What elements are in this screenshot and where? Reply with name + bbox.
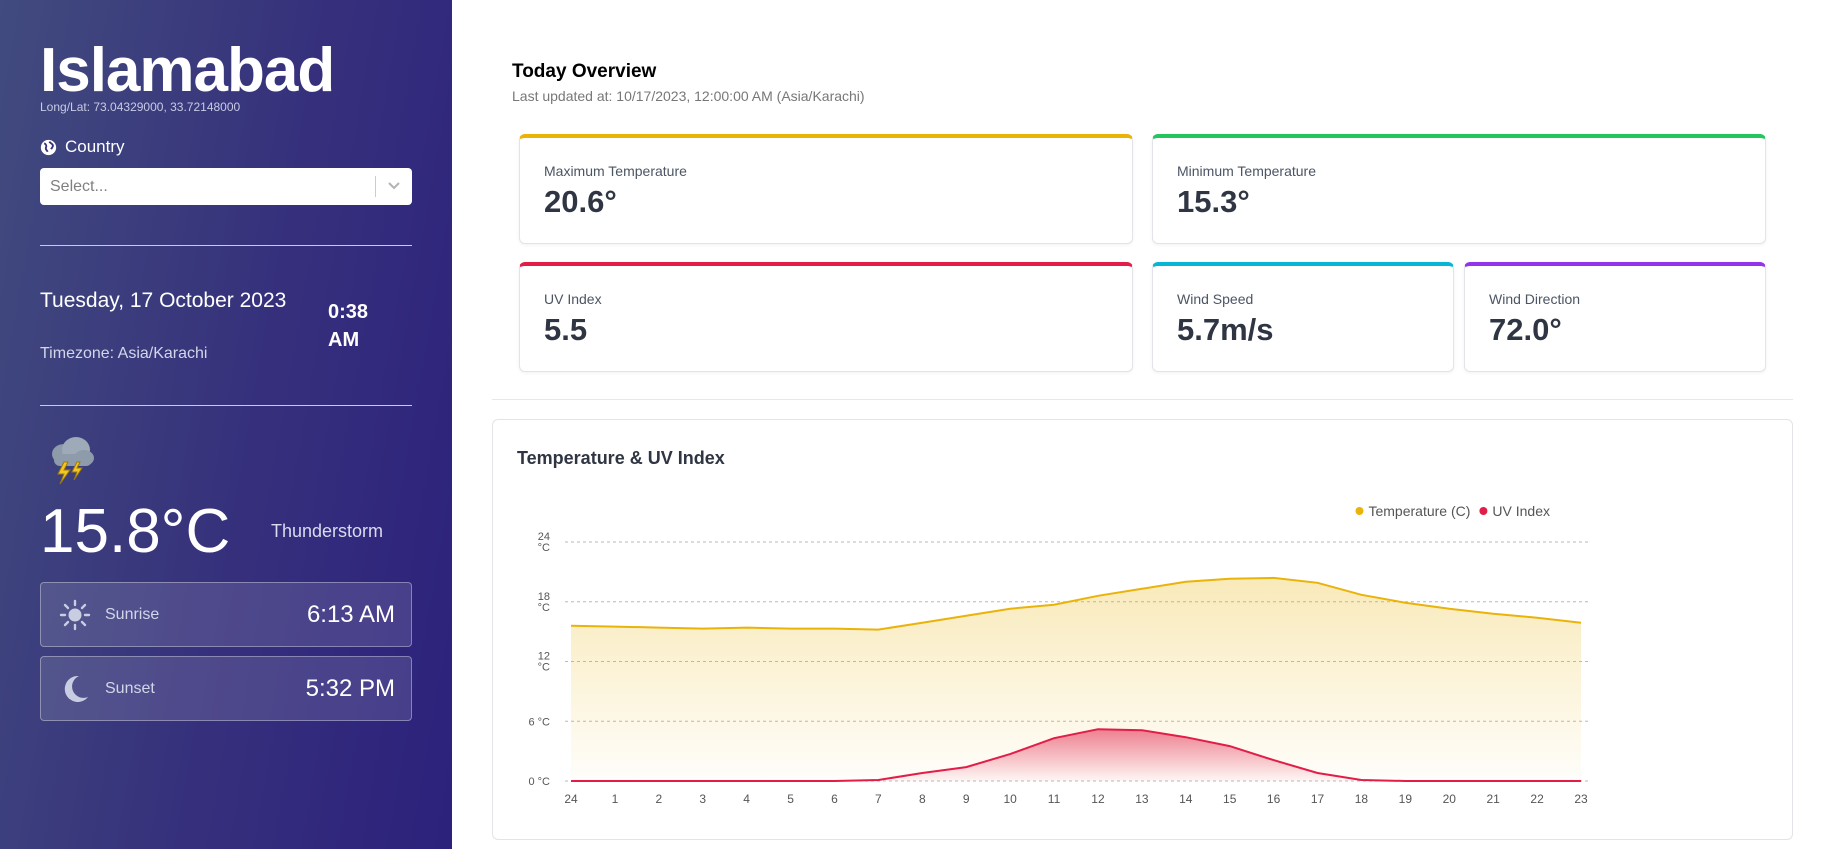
- x-tick-label: 7: [875, 792, 882, 806]
- x-tick-label: 2: [655, 792, 662, 806]
- y-tick-label: 0 °C: [528, 776, 550, 788]
- overview-title: Today Overview: [512, 61, 657, 82]
- x-tick-label: 24: [564, 792, 578, 806]
- timezone: Timezone: Asia/Karachi: [40, 345, 208, 362]
- section-divider: [492, 399, 1793, 400]
- y-tick-label: 24 °C: [538, 531, 550, 554]
- x-tick-label: 11: [1048, 792, 1061, 806]
- x-tick-label: 12: [1091, 792, 1105, 806]
- x-tick-label: 20: [1443, 792, 1457, 806]
- x-tick-label: 10: [1003, 792, 1017, 806]
- stat-value: 5.7m/s: [1177, 312, 1274, 347]
- x-tick-label: 16: [1267, 792, 1281, 806]
- x-tick-label: 23: [1574, 792, 1588, 806]
- current-time: 0:38 AM: [328, 301, 369, 351]
- sunrise-card: Sunrise 6:13 AM: [40, 582, 412, 647]
- min-temperature-card: Minimum Temperature 15.3°: [1152, 134, 1766, 244]
- stat-label: Minimum Temperature: [1177, 163, 1317, 179]
- sunrise-time: 6:13 AM: [306, 601, 395, 628]
- stat-label: UV Index: [544, 291, 602, 307]
- x-tick-label: 3: [699, 792, 706, 806]
- city-name: Islamabad: [40, 36, 335, 105]
- thunderstorm-icon: [52, 437, 94, 485]
- y-tick-label: 6 °C: [528, 716, 550, 728]
- stat-value: 72.0°: [1489, 312, 1562, 347]
- legend-dot: [1479, 507, 1488, 515]
- sidebar: Islamabad Long/Lat: 73.04329000, 33.7214…: [0, 0, 452, 849]
- globe-icon: [40, 139, 57, 155]
- x-tick-label: 5: [787, 792, 794, 806]
- stat-value: 5.5: [544, 312, 588, 347]
- sunset-label: Sunset: [105, 680, 155, 697]
- stat-label: Wind Direction: [1489, 291, 1581, 307]
- sunset-card: Sunset 5:32 PM: [40, 656, 412, 721]
- sunrise-label: Sunrise: [105, 606, 160, 623]
- legend-dot: [1355, 507, 1364, 515]
- x-tick-label: 6: [831, 792, 838, 806]
- weather-condition: Thunderstorm: [271, 521, 384, 541]
- x-tick-label: 13: [1135, 792, 1149, 806]
- legend-label: UV Index: [1492, 503, 1550, 519]
- country-select[interactable]: Select...: [40, 168, 412, 205]
- x-tick-label: 4: [743, 792, 750, 806]
- current-date: Tuesday, 17 October 2023: [40, 289, 287, 312]
- sunset-time: 5:32 PM: [305, 675, 395, 702]
- y-tick-label: 12 °C: [538, 651, 550, 674]
- stat-value: 15.3°: [1177, 184, 1250, 219]
- divider: [40, 245, 412, 246]
- chevron-down-icon[interactable]: [388, 181, 400, 191]
- max-temperature-card: Maximum Temperature 20.6°: [519, 134, 1133, 244]
- country-label: Country: [40, 137, 125, 157]
- stat-label: Maximum Temperature: [544, 163, 687, 179]
- x-tick-label: 15: [1223, 792, 1237, 806]
- legend-label: Temperature (C): [1368, 503, 1470, 519]
- current-temperature: 15.8°C: [40, 497, 231, 566]
- wind-speed-card: Wind Speed 5.7m/s: [1152, 262, 1454, 372]
- wind-direction-card: Wind Direction 72.0°: [1464, 262, 1766, 372]
- x-tick-label: 8: [919, 792, 926, 806]
- stat-value: 20.6°: [544, 184, 617, 219]
- y-tick-label: 18 °C: [538, 591, 550, 614]
- chart-card: Temperature & UV Index 0 °C 6 °C 12 °C 18 °C 2…: [492, 419, 1793, 840]
- temperature-uv-chart: 0 °C6 °C12 °C18 °C24 °C24 1 2 3 4 5 6 7 8 9 10 11 12 13 1…: [528, 503, 1589, 806]
- x-tick-label: 17: [1311, 792, 1325, 806]
- divider: [40, 405, 412, 406]
- country-label-text: Country: [65, 137, 125, 156]
- country-select-placeholder: Select...: [50, 177, 108, 195]
- x-tick-label: 9: [963, 792, 970, 806]
- x-tick-label: 18: [1355, 792, 1369, 806]
- coordinates: Long/Lat: 73.04329000, 33.72148000: [40, 100, 241, 114]
- select-separator: [375, 176, 376, 197]
- last-updated: Last updated at: 10/17/2023, 12:00:00 AM…: [512, 88, 865, 104]
- x-tick-label: 22: [1530, 792, 1544, 806]
- x-tick-label: 14: [1179, 792, 1193, 806]
- sun-icon: [59, 599, 91, 631]
- x-tick-label: 1: [612, 792, 619, 806]
- moon-icon: [64, 675, 88, 702]
- stat-label: Wind Speed: [1177, 291, 1254, 307]
- uv-index-card: UV Index 5.5: [519, 262, 1133, 372]
- x-tick-label: 19: [1399, 792, 1413, 806]
- x-tick-label: 21: [1486, 792, 1500, 806]
